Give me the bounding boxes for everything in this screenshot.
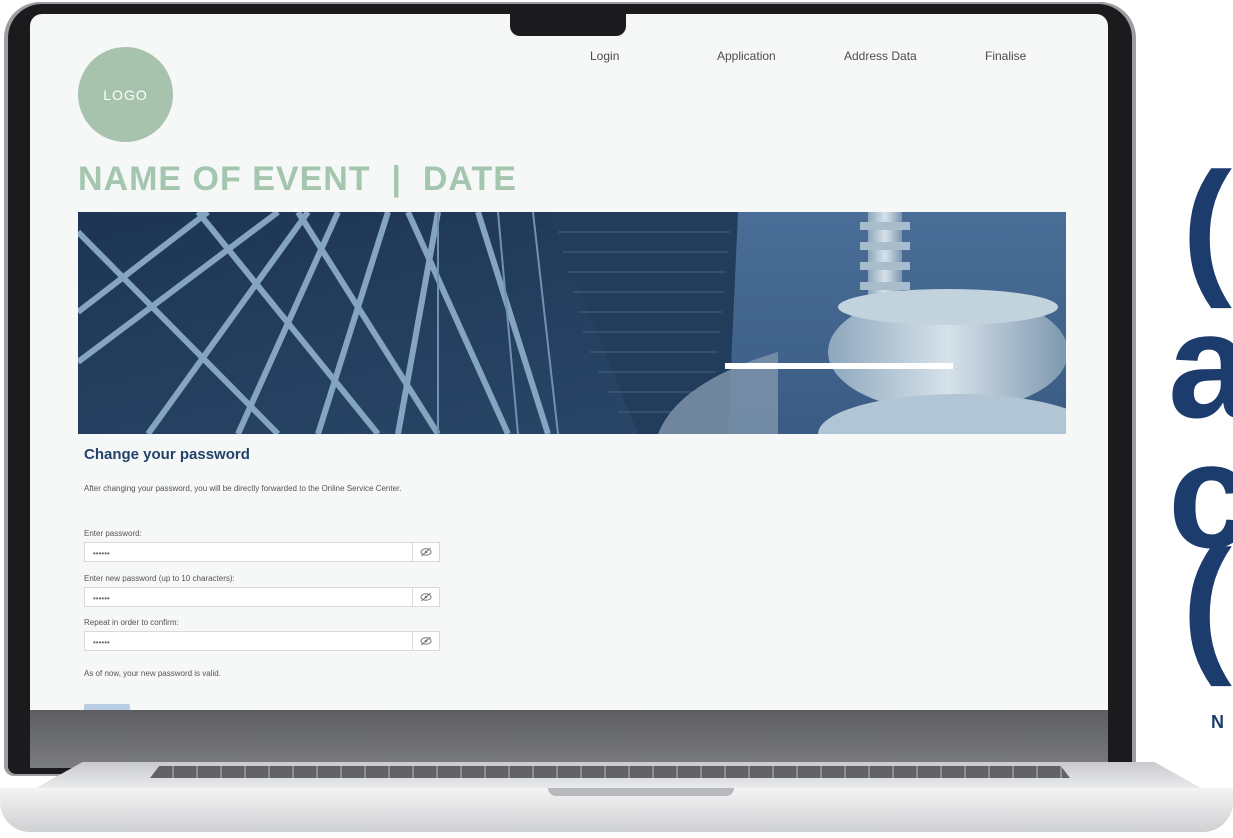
nav-item-application[interactable]: Application	[717, 49, 776, 63]
new-password-field[interactable]	[84, 587, 440, 608]
side-glyph-4: (	[1182, 519, 1232, 687]
nav-item-login[interactable]: Login	[590, 49, 619, 63]
eye-slash-icon[interactable]	[412, 543, 439, 561]
hero-banner-image	[78, 212, 1066, 434]
laptop-screen: LOGO Login Application Address Data Fina…	[30, 14, 1108, 710]
camera-notch	[510, 12, 626, 36]
confirm-password-label: Repeat in order to confirm:	[84, 618, 179, 627]
eye-slash-icon[interactable]	[412, 632, 439, 650]
new-password-label: Enter new password (up to 10 characters)…	[84, 574, 235, 583]
confirm-password-field[interactable]	[84, 631, 440, 652]
form-title: Change your password	[84, 446, 250, 463]
form-intro-text: After changing your password, you will b…	[84, 484, 402, 493]
current-password-field[interactable]	[84, 542, 440, 563]
event-title: NAME OF EVENT | DATE	[78, 160, 517, 198]
current-password-input[interactable]	[85, 544, 421, 563]
side-small-text: N	[1211, 712, 1224, 732]
keyboard-strip	[150, 766, 1070, 778]
nav-item-address-data[interactable]: Address Data	[844, 49, 917, 63]
side-glyph-1: (	[1182, 141, 1232, 309]
top-nav: Login Application Address Data Finalise	[30, 49, 1108, 69]
confirm-password-input[interactable]	[85, 633, 421, 652]
laptop-open-notch	[548, 788, 734, 796]
current-password-label: Enter password:	[84, 529, 142, 538]
new-password-input[interactable]	[85, 589, 421, 608]
laptop-base	[0, 760, 1233, 838]
eye-slash-icon[interactable]	[412, 588, 439, 606]
nav-item-finalise[interactable]: Finalise	[985, 49, 1026, 63]
password-valid-note: As of now, your new password is valid.	[84, 669, 221, 678]
